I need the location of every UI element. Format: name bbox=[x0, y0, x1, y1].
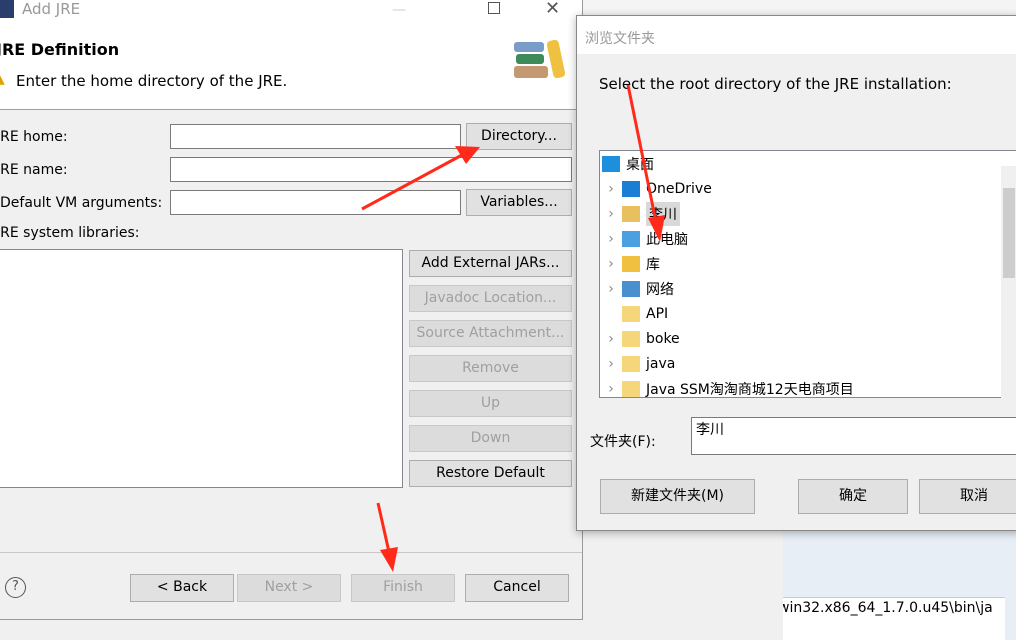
arrow-to-directory bbox=[361, 153, 463, 211]
arrow-head-this-pc bbox=[648, 215, 665, 242]
arrow-to-finish bbox=[376, 502, 391, 553]
arrow-head-finish bbox=[380, 547, 398, 572]
arrow-to-this-pc bbox=[626, 84, 658, 223]
annotation-arrows bbox=[361, 84, 665, 572]
arrow-head-directory bbox=[455, 146, 480, 164]
